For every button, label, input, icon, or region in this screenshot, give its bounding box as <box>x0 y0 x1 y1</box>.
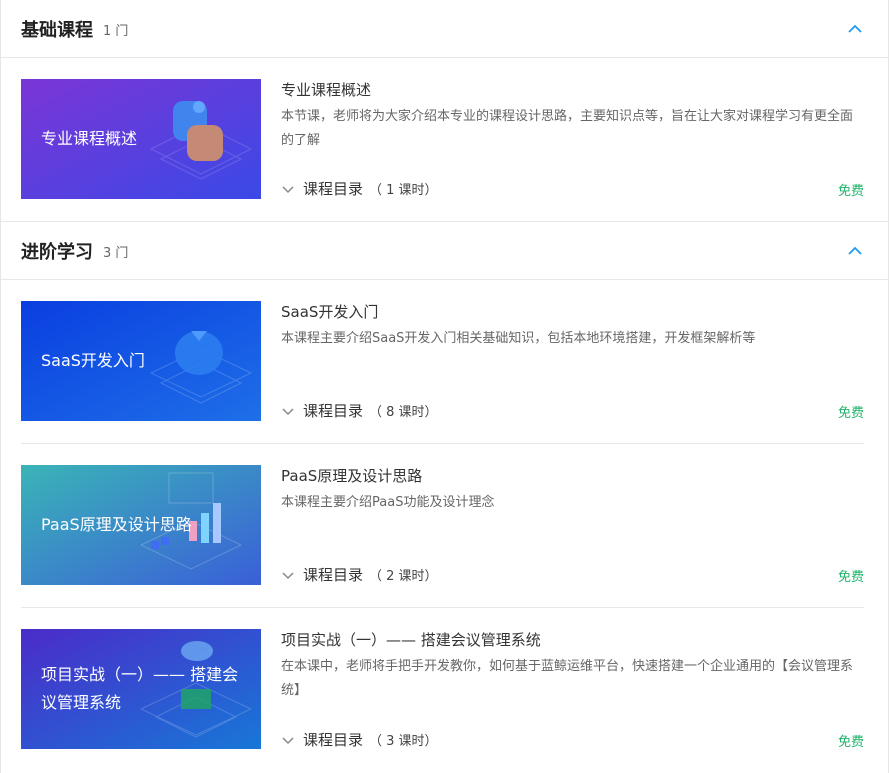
toc-lesson-count: （ 1 课时） <box>369 183 438 198</box>
chevron-up-icon[interactable] <box>846 242 864 260</box>
chevron-down-icon <box>282 185 294 193</box>
course-thumbnail[interactable]: PaaS原理及设计思路 <box>21 465 261 585</box>
course-card[interactable]: PaaS原理及设计思路 PaaS原理及设计思路 本课程主要介绍PaaS功能及设计… <box>21 444 864 608</box>
course-info: SaaS开发入门 本课程主要介绍SaaS开发入门相关基础知识，包括本地环境搭建，… <box>281 280 864 443</box>
course-title[interactable]: SaaS开发入门 <box>281 301 378 322</box>
course-description: 在本课中，老师将手把手开发教你，如何基于蓝鲸运维平台，快速搭建一个企业通用的【会… <box>281 659 854 698</box>
course-description: 本课程主要介绍PaaS功能及设计理念 <box>281 495 495 510</box>
chevron-down-icon <box>282 407 294 415</box>
course-thumbnail[interactable]: 项目实战（一）—— 搭建会议管理系统 <box>21 629 261 749</box>
course-thumbnail[interactable]: 专业课程概述 <box>21 79 261 199</box>
course-card[interactable]: SaaS开发入门 SaaS开发入门 本课程主要介绍SaaS开发入门相关基础知识，… <box>21 280 864 444</box>
price-badge: 免费 <box>837 184 864 199</box>
course-toc-toggle[interactable]: 课程目录 （ 2 课时） <box>281 564 438 585</box>
price-badge: 免费 <box>837 570 864 585</box>
thumbnail-title: SaaS开发入门 <box>41 351 145 370</box>
section-count: 3 门 <box>103 246 129 261</box>
toc-lesson-count: （ 8 课时） <box>369 405 438 420</box>
toc-label: 课程目录 <box>303 180 364 198</box>
toc-lesson-count: （ 2 课时） <box>369 569 438 584</box>
price-badge: 免费 <box>837 735 864 750</box>
course-title[interactable]: PaaS原理及设计思路 <box>281 465 422 486</box>
toc-lesson-count: （ 3 课时） <box>369 734 438 749</box>
price-badge: 免费 <box>837 406 864 421</box>
course-title[interactable]: 项目实战（一）—— 搭建会议管理系统 <box>281 629 541 650</box>
toc-label: 课程目录 <box>303 566 364 584</box>
course-card[interactable]: 专业课程概述 专业课程概述 本节课，老师将为大家介绍本专业的课程设计思路，主要知… <box>1 58 888 222</box>
section-count: 1 门 <box>103 24 129 39</box>
course-description: 本节课，老师将为大家介绍本专业的课程设计思路，主要知识点等，旨在让大家对课程学习… <box>281 109 854 148</box>
course-toc-toggle[interactable]: 课程目录 （ 1 课时） <box>281 178 438 199</box>
thumbnail-title: PaaS原理及设计思路 <box>41 515 192 534</box>
course-toc-toggle[interactable]: 课程目录 （ 3 课时） <box>281 729 438 750</box>
section-header-advanced[interactable]: 进阶学习 3 门 <box>1 222 888 280</box>
section-title: 进阶学习 <box>21 241 93 263</box>
course-info: 专业课程概述 本节课，老师将为大家介绍本专业的课程设计思路，主要知识点等，旨在让… <box>281 58 864 221</box>
course-card[interactable]: 项目实战（一）—— 搭建会议管理系统 项目实战（一）—— 搭建会议管理系统 在本… <box>21 608 864 772</box>
chevron-up-icon[interactable] <box>846 20 864 38</box>
toc-label: 课程目录 <box>303 402 364 420</box>
course-info: PaaS原理及设计思路 本课程主要介绍PaaS功能及设计理念 课程目录 （ 2 … <box>281 444 864 607</box>
section-title: 基础课程 <box>21 19 93 41</box>
course-toc-toggle[interactable]: 课程目录 （ 8 课时） <box>281 400 438 421</box>
thumbnail-title: 项目实战（一）—— 搭建会议管理系统 <box>41 665 239 712</box>
chevron-down-icon <box>282 736 294 744</box>
course-info: 项目实战（一）—— 搭建会议管理系统 在本课中，老师将手把手开发教你，如何基于蓝… <box>281 608 864 772</box>
thumbnail-title: 专业课程概述 <box>41 129 138 148</box>
section-header-basic[interactable]: 基础课程 1 门 <box>1 0 888 58</box>
course-thumbnail[interactable]: SaaS开发入门 <box>21 301 261 421</box>
course-catalog: 基础课程 1 门 专业课程概述 专业课程概述 本节课，老师将为大家介绍本专业的课… <box>0 0 889 773</box>
chevron-down-icon <box>282 571 294 579</box>
course-description: 本课程主要介绍SaaS开发入门相关基础知识，包括本地环境搭建，开发框架解析等 <box>281 331 756 346</box>
course-title[interactable]: 专业课程概述 <box>281 79 371 100</box>
toc-label: 课程目录 <box>303 731 364 749</box>
